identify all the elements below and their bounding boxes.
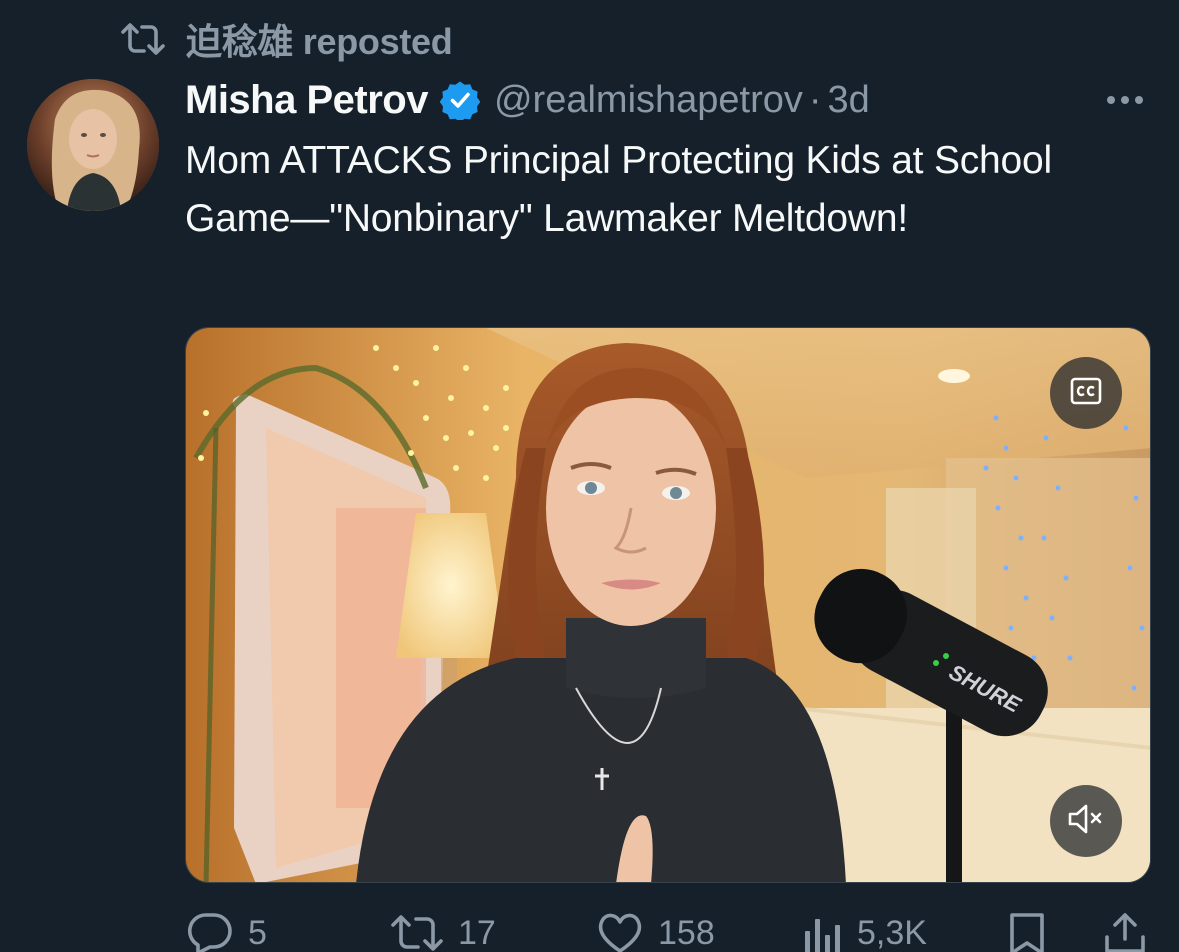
more-options-button[interactable] xyxy=(1100,82,1150,118)
speaker-muted-icon xyxy=(1067,803,1105,840)
author-display-name[interactable]: Misha Petrov xyxy=(185,78,428,123)
more-dot xyxy=(1135,96,1143,104)
repost-count: 17 xyxy=(458,913,496,952)
tweet-text: Mom ATTACKS Principal Protecting Kids at… xyxy=(185,139,1052,240)
video-player[interactable]: SHURE xyxy=(185,327,1151,883)
views-count: 5,3K xyxy=(857,913,927,952)
reply-icon xyxy=(186,911,234,952)
more-dot xyxy=(1107,96,1115,104)
closed-captions-button[interactable] xyxy=(1050,357,1122,429)
repost-button[interactable]: 17 xyxy=(390,905,496,952)
author-handle[interactable]: @realmishapetrov xyxy=(494,79,803,122)
post-timestamp[interactable]: 3d xyxy=(828,79,870,122)
more-dot xyxy=(1121,96,1129,104)
share-button[interactable] xyxy=(1103,905,1147,952)
share-icon xyxy=(1103,911,1147,952)
repost-label: 迫稔雄 reposted xyxy=(186,21,453,62)
meta-separator: · xyxy=(808,78,822,121)
repost-icon xyxy=(120,22,166,56)
repost-icon xyxy=(390,913,444,952)
reply-count: 5 xyxy=(248,913,267,952)
repost-context[interactable]: 迫稔雄 reposted xyxy=(120,14,453,64)
like-count: 158 xyxy=(658,913,715,952)
heart-icon xyxy=(596,911,644,952)
views-button[interactable]: 5,3K xyxy=(803,905,927,952)
closed-captions-icon xyxy=(1070,377,1102,410)
bookmark-icon xyxy=(1008,911,1046,952)
avatar[interactable] xyxy=(27,79,159,211)
author-row: Misha Petrov @realmishapetrov · 3d xyxy=(185,72,870,128)
mute-toggle-button[interactable] xyxy=(1050,785,1122,857)
views-icon xyxy=(803,911,843,952)
bookmark-button[interactable] xyxy=(1008,905,1046,952)
reply-button[interactable]: 5 xyxy=(186,905,267,952)
verified-badge-icon xyxy=(439,80,480,120)
like-button[interactable]: 158 xyxy=(596,905,715,952)
